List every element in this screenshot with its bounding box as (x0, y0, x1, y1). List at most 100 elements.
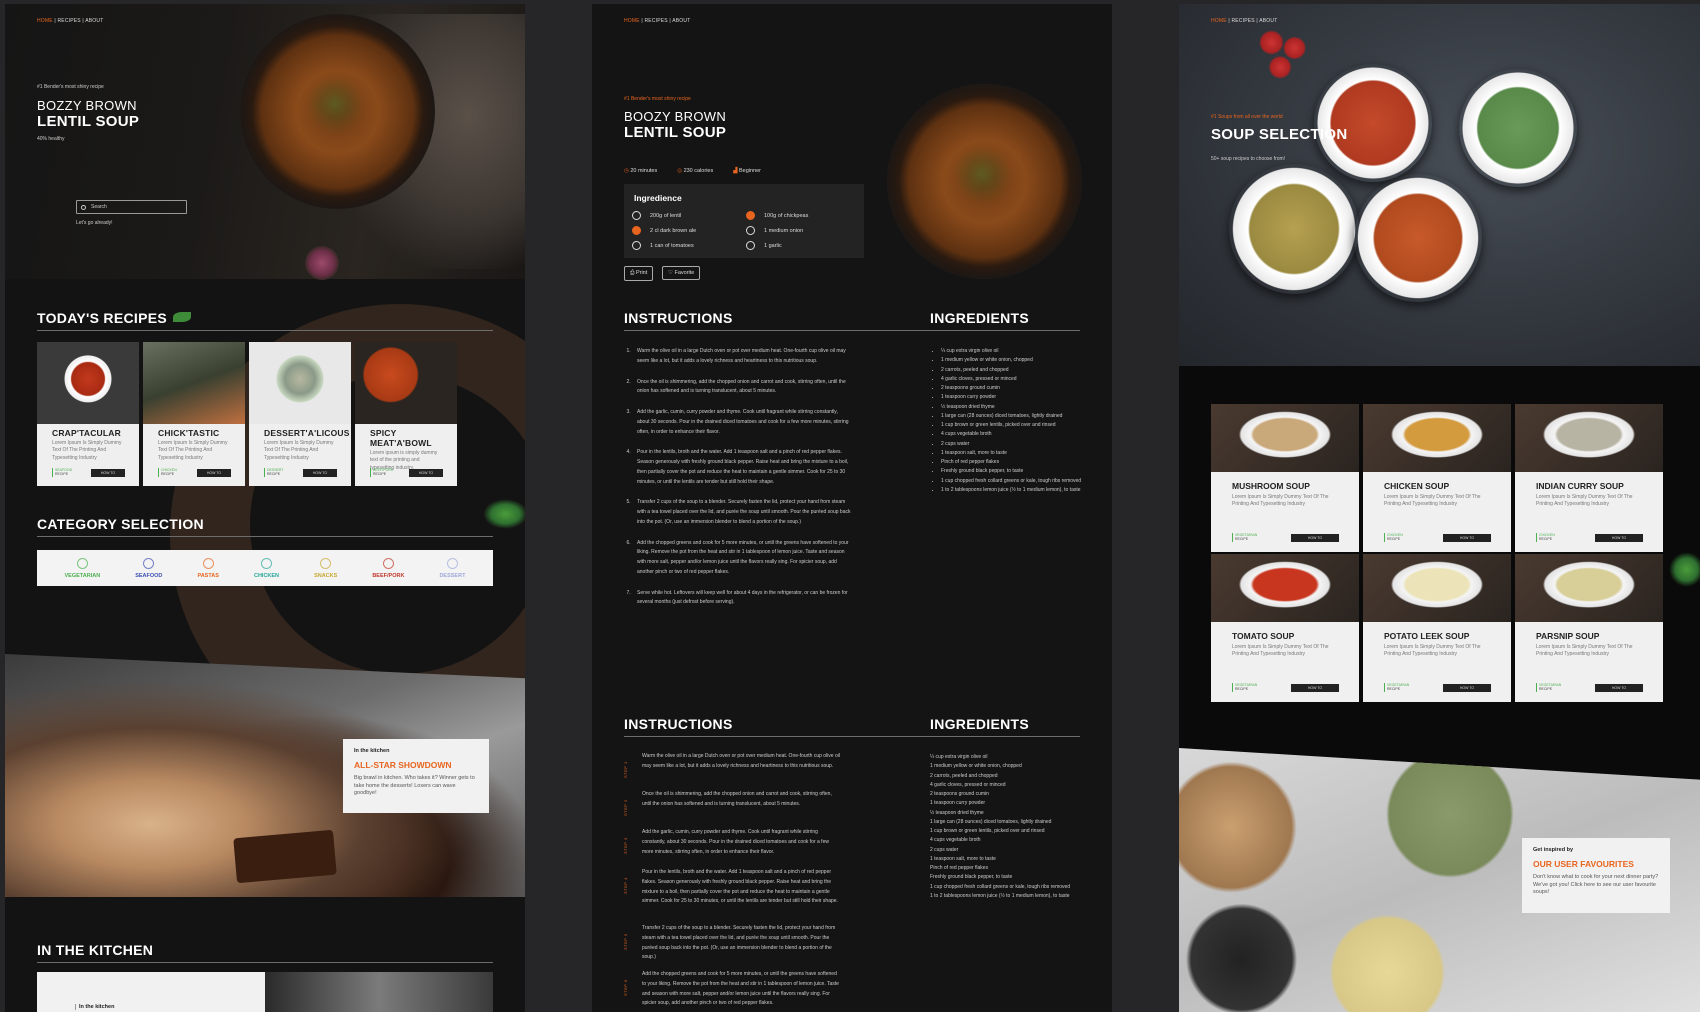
soup-card[interactable]: TOMATO SOUP Lorem Ipsum Is Simply Dummy T… (1211, 554, 1359, 702)
ingredience-item[interactable]: 200g of lentil (632, 211, 696, 220)
ingredience-item[interactable]: 1 garlic (746, 241, 808, 250)
ingredience-item[interactable]: 100g of chickpeas (746, 211, 808, 220)
type-label: RECIPE (1235, 687, 1249, 692)
soup-card[interactable]: POTATO LEEK SOUP Lorem Ipsum Is Simply Du… (1363, 554, 1511, 702)
category-snacks[interactable]: SNACKS (314, 557, 337, 579)
how-to-button[interactable]: HOW TO (1595, 534, 1643, 542)
soup-bowl-image (1363, 404, 1511, 472)
ingredient-item: 1 teaspoon salt, more to taste (930, 855, 996, 862)
kitchen-feature-card[interactable]: In the kitchen ALL-STAR SHOWDOWN Big bra… (343, 739, 489, 813)
heading-divider (624, 736, 1080, 737)
recipe-detail-panel: HOME | RECIPES | ABOUT #1 Bender's most … (592, 4, 1112, 1012)
how-to-button[interactable]: HOW TO (303, 469, 337, 477)
ingredience-item[interactable]: 1 can of tomatoes (632, 241, 696, 250)
favorite-button[interactable]: ♡ Favorite (662, 266, 701, 280)
kitchen-article-image (265, 972, 493, 1012)
favourites-card[interactable]: Get inspired by OUR USER FAVOURITES Don'… (1522, 838, 1670, 913)
meta-calories: ◎ 230 calories (677, 168, 713, 174)
nav-home-link[interactable]: HOME (37, 18, 53, 24)
soup-card[interactable]: CHICKEN SOUP Lorem Ipsum Is Simply Dummy … (1363, 404, 1511, 552)
ingredients-plain-list: ¼ cup extra virgin olive oil 1 medium yel… (930, 753, 1085, 901)
hero-subtitle: 40% healthy (37, 136, 65, 142)
nav-links[interactable]: | RECIPES | ABOUT (53, 18, 104, 24)
meta-calories-value: 230 calories (683, 168, 714, 174)
chicken-dish-image (143, 342, 245, 424)
feature-text: Big brawl in kitchen. Who takes it? Winn… (354, 775, 475, 797)
ingredience-item[interactable]: 1 medium onion (746, 226, 808, 235)
meat-dish-image (355, 342, 457, 424)
cake-icon (446, 557, 458, 569)
pasta-icon (202, 557, 214, 569)
recipe-card[interactable]: CRAP'TACULAR Lorem Ipsum Is Simply Dummy … (37, 342, 139, 486)
ingredience-item[interactable]: 2 cl dark brown ale (632, 226, 696, 235)
ingredient-item: 1 to 2 tablespoons lemon juice (½ to 1 m… (941, 486, 1087, 495)
ingredient-item: Pinch of red pepper flakes (930, 865, 989, 871)
category-pastas[interactable]: PASTAS (197, 557, 219, 579)
search-input[interactable]: Search (76, 200, 187, 214)
step-label: STEP 6 (623, 979, 628, 996)
ingredience-label: 100g of chickpeas (764, 212, 809, 219)
how-to-button[interactable]: HOW TO (1595, 684, 1643, 692)
checked-circle-icon[interactable] (746, 211, 755, 220)
soup-card-description: Lorem Ipsum Is Simply Dummy Text Of The … (1384, 644, 1481, 657)
favourites-title: OUR USER FAVOURITES (1533, 859, 1634, 869)
steak-icon (382, 557, 394, 569)
how-to-button[interactable]: HOW TO (197, 469, 231, 477)
step-label: STEP 2 (623, 799, 628, 816)
ingredient-item: ½ teaspoon dried thyme (941, 403, 1087, 412)
checked-circle-icon[interactable] (632, 226, 641, 235)
step-label: STEP 4 (623, 877, 628, 894)
ingredient-item: 2 cups water (930, 846, 959, 853)
parsley-decoration-image (483, 499, 525, 529)
category-dessert[interactable]: DESSERT (439, 557, 465, 579)
category-label: VEGETARIAN (64, 572, 101, 579)
ingredients-list: ¼ cup extra virgin olive oil1 medium yel… (937, 347, 1087, 495)
recipe-card[interactable]: SPICY MEAT'A'BOWL Lorem ipsum is simply d… (355, 342, 457, 486)
chicken-icon (261, 557, 272, 569)
recipe-card[interactable]: DESSERT'A'LICOUS Lorem Ipsum Is Simply Du… (249, 342, 351, 486)
seafood-dish-image (37, 342, 139, 424)
soup-card[interactable]: MUSHROOM SOUP Lorem Ipsum Is Simply Dummy… (1211, 404, 1359, 552)
unchecked-circle-icon[interactable] (632, 241, 641, 250)
how-to-button[interactable]: HOW TO (1291, 534, 1339, 542)
category-seafood[interactable]: SEAFOOD (135, 557, 162, 579)
nav-home-link[interactable]: HOME (1211, 18, 1227, 24)
category-chicken[interactable]: CHICKEN (254, 557, 279, 579)
how-to-button[interactable]: HOW TO (1443, 684, 1491, 692)
main-nav: HOME | RECIPES | ABOUT (37, 18, 103, 24)
print-button[interactable]: ⎙ Print (624, 266, 654, 281)
soup-card[interactable]: INDIAN CURRY SOUP Lorem Ipsum Is Simply D… (1515, 404, 1663, 552)
unchecked-circle-icon[interactable] (632, 211, 641, 220)
type-label: RECIPE (1235, 537, 1249, 542)
feature-kicker: In the kitchen (354, 748, 390, 754)
kitchen-article-card[interactable]: In the kitchen (37, 972, 265, 1012)
how-to-button[interactable]: HOW TO (409, 469, 443, 477)
recipe-card-description: Lorem Ipsum Is Simply Dummy Text Of The … (264, 440, 334, 461)
unchecked-circle-icon[interactable] (746, 241, 755, 250)
how-to-button[interactable]: HOW TO (1291, 684, 1339, 692)
heading-divider (624, 330, 1080, 331)
ingredient-item: 1 medium yellow or white onion, chopped (930, 763, 1022, 770)
category-vegetarian[interactable]: VEGETARIAN (64, 557, 101, 579)
unchecked-circle-icon[interactable] (746, 226, 755, 235)
nav-links[interactable]: | RECIPES | ABOUT (1227, 18, 1278, 24)
soup-card[interactable]: PARSNIP SOUP Lorem Ipsum Is Simply Dummy … (1515, 554, 1663, 702)
nav-home-link[interactable]: HOME (624, 18, 640, 24)
instruction-step: Add the chopped greens and cook for 5 mo… (642, 971, 839, 1007)
snack-icon (320, 557, 332, 569)
how-to-button[interactable]: HOW TO (91, 469, 125, 477)
soup-selection-panel: HOME | RECIPES | ABOUT #1 Soups from all… (1179, 4, 1700, 1012)
how-to-button[interactable]: HOW TO (1443, 534, 1491, 542)
herb-garnish-image (932, 124, 1032, 224)
recipe-title-line1: BOOZY BROWN (624, 109, 727, 124)
recipe-card-title: CRAP'TACULAR (52, 428, 121, 438)
search-hint: Let's go already! (76, 220, 113, 226)
soup-card-title: INDIAN CURRY SOUP (1536, 481, 1624, 491)
recipe-card[interactable]: CHICK'TASTIC Lorem Ipsum Is Simply Dummy … (143, 342, 245, 486)
category-beef-pork[interactable]: BEEF/PORK (372, 557, 404, 579)
nav-links[interactable]: | RECIPES | ABOUT (640, 18, 691, 24)
recipe-card-category: BEEF/PORK RECIPE (370, 467, 393, 477)
soup-card-category: CHICKEN RECIPE (1384, 532, 1403, 542)
recipe-card-title: SPICY MEAT'A'BOWL (370, 428, 432, 448)
soup-card-description: Lorem Ipsum Is Simply Dummy Text Of The … (1536, 494, 1633, 507)
